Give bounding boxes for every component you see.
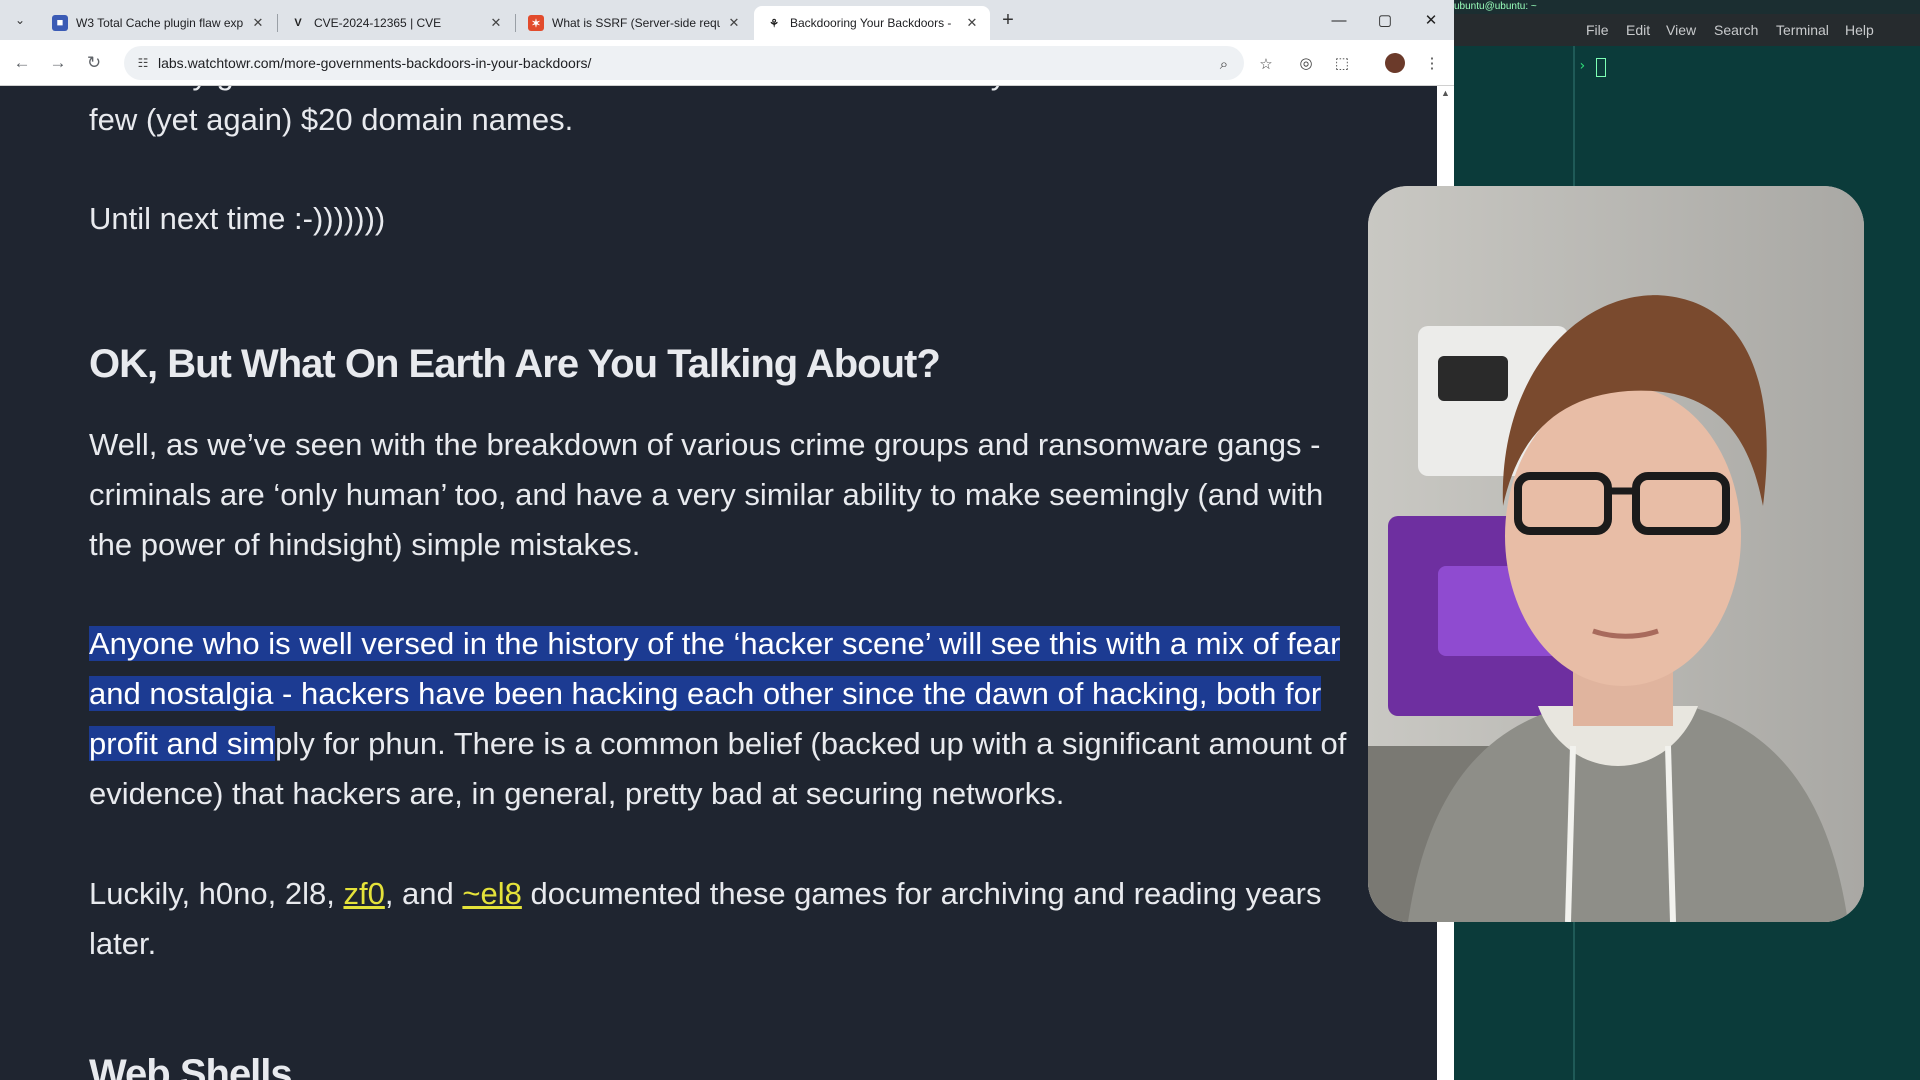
close-icon[interactable]: ✕ [726, 15, 742, 31]
maximize-icon[interactable]: ▢ [1362, 4, 1408, 36]
forward-arrow-icon[interactable]: → [44, 49, 72, 77]
url-text[interactable]: labs.watchtowr.com/more-governments-back… [158, 55, 591, 71]
article-paragraph-links: Luckily, h0no, 2l8, zf0, and ~el8 docume… [89, 869, 1359, 969]
webcam-person-image [1368, 186, 1864, 922]
site-info-icon[interactable]: ☷ [134, 54, 152, 72]
zoom-icon[interactable]: ⌕ [1214, 54, 1234, 74]
zf0-link[interactable]: zf0 [343, 876, 384, 911]
tab-search-icon[interactable]: ⌄ [8, 8, 32, 32]
unselected-text: ply for phun. There is a common belief (… [89, 726, 1347, 811]
extensions-puzzle-icon[interactable]: ⬚ [1330, 51, 1354, 75]
webcam-overlay [1368, 186, 1864, 922]
terminal-menu-file[interactable]: File [1586, 22, 1609, 38]
browser-toolbar: ← → ↻ ☷ labs.watchtowr.com/more-governme… [0, 40, 1454, 86]
more-menu-icon[interactable]: ⋮ [1420, 51, 1444, 75]
window-close-icon[interactable]: ✕ [1408, 4, 1454, 36]
bookmark-star-icon[interactable]: ☆ [1256, 54, 1276, 74]
new-tab-button[interactable]: + [996, 8, 1020, 32]
tab-title: W3 Total Cache plugin flaw exp [76, 16, 244, 30]
paragraph-text: Luckily, h0no, 2l8, [89, 876, 344, 911]
terminal-prompt: › [1578, 58, 1587, 74]
watchtowr-favicon-icon: ⚘ [769, 17, 779, 30]
tab-title: CVE-2024-12365 | CVE [314, 16, 442, 30]
extension-avatar-icon[interactable]: ◎ [1294, 51, 1318, 75]
close-icon[interactable]: ✕ [964, 15, 980, 31]
tab-w3-total-cache[interactable]: ■ W3 Total Cache plugin flaw exp ✕ [40, 6, 276, 40]
close-icon[interactable]: ✕ [488, 15, 504, 31]
tab-title: What is SSRF (Server-side requ [552, 16, 720, 30]
article-page: basically give ourselves ‘theoretical’ f… [0, 86, 1437, 1080]
terminal-menu-terminal[interactable]: Terminal [1776, 22, 1829, 38]
section-heading-web-shells: Web Shells [89, 1052, 293, 1080]
news-favicon-icon: ■ [52, 15, 68, 31]
terminal-menu-view[interactable]: View [1666, 22, 1696, 38]
el8-link[interactable]: ~el8 [462, 876, 521, 911]
portswigger-favicon-icon: ✶ [528, 15, 544, 31]
tab-title: Backdooring Your Backdoors - [790, 16, 952, 30]
tab-backdooring[interactable]: ⚘ Backdooring Your Backdoors - ✕ [754, 6, 990, 40]
back-arrow-icon[interactable]: ← [8, 49, 36, 77]
section-heading: OK, But What On Earth Are You Talking Ab… [89, 342, 941, 386]
minimize-icon[interactable]: — [1316, 4, 1362, 36]
terminal-menu-help[interactable]: Help [1845, 22, 1874, 38]
article-paragraph-selected: Anyone who is well versed in the history… [89, 619, 1359, 819]
close-icon[interactable]: ✕ [250, 15, 266, 31]
browser-window: ⌄ ■ W3 Total Cache plugin flaw exp ✕ V C… [0, 0, 1454, 1080]
reload-icon[interactable]: ↻ [80, 49, 108, 77]
paragraph-text: , and [384, 876, 463, 911]
sign-off-text: Until next time :-))))))) [89, 201, 386, 236]
tab-strip: ⌄ ■ W3 Total Cache plugin flaw exp ✕ V C… [0, 0, 1454, 40]
address-bar[interactable]: ☷ labs.watchtowr.com/more-governments-ba… [124, 46, 1273, 80]
profile-avatar[interactable] [1383, 51, 1407, 75]
article-paragraph: Well, as we’ve seen with the breakdown o… [89, 427, 1324, 562]
tab-ssrf[interactable]: ✶ What is SSRF (Server-side requ ✕ [516, 6, 752, 40]
terminal-title: ubuntu@ubuntu: ~ [1454, 0, 1920, 14]
tab-cve[interactable]: V CVE-2024-12365 | CVE ✕ [278, 6, 514, 40]
terminal-menu-search[interactable]: Search [1714, 22, 1758, 38]
terminal-menu-edit[interactable]: Edit [1626, 22, 1650, 38]
terminal-menubar: File Edit View Search Terminal Help [1454, 14, 1920, 46]
terminal-cursor [1596, 58, 1606, 77]
article-paragraph-continued: few (yet again) $20 domain names. [89, 102, 574, 137]
cve-favicon-icon: V [294, 17, 302, 29]
